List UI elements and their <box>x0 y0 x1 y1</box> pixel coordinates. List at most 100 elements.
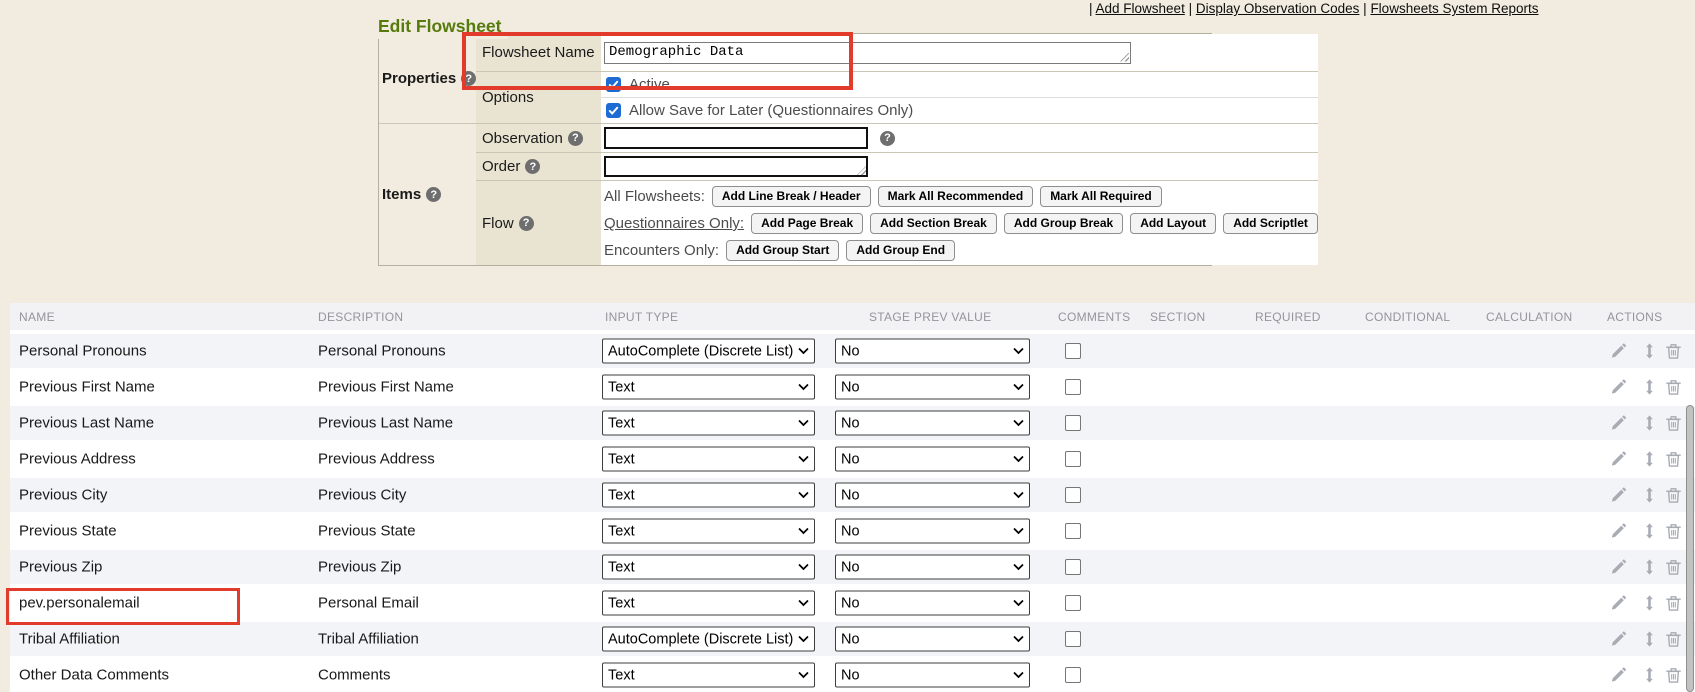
move-up-down-icon[interactable] <box>1641 487 1658 504</box>
stage-prev-value-select[interactable]: No <box>835 555 1030 580</box>
input-type-select[interactable]: Text <box>602 591 815 616</box>
edit-pencil-icon[interactable] <box>1610 667 1627 684</box>
move-up-down-icon[interactable] <box>1641 415 1658 432</box>
chevron-down-icon <box>1013 528 1024 535</box>
edit-flowsheet-panel: Properties Items Flowsheet Name Demograp… <box>378 33 1212 266</box>
move-up-down-icon[interactable] <box>1641 559 1658 576</box>
move-up-down-icon[interactable] <box>1641 379 1658 396</box>
comments-checkbox[interactable] <box>1065 415 1081 431</box>
help-icon[interactable] <box>461 71 476 86</box>
flow-action-button[interactable]: Mark All Recommended <box>878 186 1034 207</box>
column-header-calculation: CALCULATION <box>1486 310 1572 324</box>
edit-pencil-icon[interactable] <box>1610 487 1627 504</box>
stage-prev-value-select[interactable]: No <box>835 663 1030 688</box>
comments-checkbox[interactable] <box>1065 379 1081 395</box>
delete-trash-icon[interactable] <box>1665 523 1682 540</box>
flow-action-button[interactable]: Add Group End <box>846 240 955 261</box>
comments-checkbox[interactable] <box>1065 667 1081 683</box>
top-link[interactable]: Display Observation Codes <box>1196 1 1360 16</box>
input-type-select[interactable]: Text <box>602 519 815 544</box>
move-up-down-icon[interactable] <box>1641 667 1658 684</box>
item-name: Previous State <box>19 523 117 540</box>
delete-trash-icon[interactable] <box>1665 343 1682 360</box>
flow-action-button[interactable]: Add Section Break <box>870 213 997 234</box>
observation-label: Observation <box>476 124 601 153</box>
flow-action-button[interactable]: Mark All Required <box>1040 186 1162 207</box>
move-up-down-icon[interactable] <box>1641 631 1658 648</box>
items-label: Items <box>382 186 421 203</box>
comments-checkbox[interactable] <box>1065 451 1081 467</box>
delete-trash-icon[interactable] <box>1665 487 1682 504</box>
top-link[interactable]: Add Flowsheet <box>1096 1 1185 16</box>
move-up-down-icon[interactable] <box>1641 343 1658 360</box>
vertical-scrollbar[interactable] <box>1686 405 1694 692</box>
top-link[interactable]: Flowsheets System Reports <box>1370 1 1538 16</box>
checkbox-checked-icon[interactable] <box>606 77 621 92</box>
order-input[interactable] <box>604 156 868 177</box>
comments-checkbox[interactable] <box>1065 523 1081 539</box>
edit-pencil-icon[interactable] <box>1610 595 1627 612</box>
flow-action-button[interactable]: Add Line Break / Header <box>712 186 871 207</box>
stage-prev-value-select[interactable]: No <box>835 375 1030 400</box>
checkbox-label: Allow Save for Later (Questionnaires Onl… <box>629 102 913 119</box>
properties-label: Properties <box>382 70 456 87</box>
delete-trash-icon[interactable] <box>1665 559 1682 576</box>
chevron-down-icon <box>798 528 809 535</box>
input-type-select[interactable]: Text <box>602 663 815 688</box>
move-up-down-icon[interactable] <box>1641 451 1658 468</box>
observation-input[interactable] <box>604 127 868 149</box>
chevron-down-icon <box>798 672 809 679</box>
comments-checkbox[interactable] <box>1065 595 1081 611</box>
flow-action-button[interactable]: Add Layout <box>1130 213 1216 234</box>
edit-pencil-icon[interactable] <box>1610 523 1627 540</box>
input-type-select[interactable]: AutoComplete (Discrete List) <box>602 339 815 364</box>
edit-pencil-icon[interactable] <box>1610 415 1627 432</box>
stage-prev-value-select[interactable]: No <box>835 483 1030 508</box>
help-icon[interactable] <box>880 131 895 146</box>
edit-pencil-icon[interactable] <box>1610 631 1627 648</box>
stage-prev-value-select[interactable]: No <box>835 627 1030 652</box>
stage-prev-value-select[interactable]: No <box>835 411 1030 436</box>
input-type-select[interactable]: Text <box>602 375 815 400</box>
edit-pencil-icon[interactable] <box>1610 559 1627 576</box>
delete-trash-icon[interactable] <box>1665 631 1682 648</box>
checkbox-checked-icon[interactable] <box>606 103 621 118</box>
items-group-label: Items <box>379 124 476 265</box>
delete-trash-icon[interactable] <box>1665 667 1682 684</box>
delete-trash-icon[interactable] <box>1665 595 1682 612</box>
delete-trash-icon[interactable] <box>1665 415 1682 432</box>
help-icon[interactable] <box>519 216 534 231</box>
flow-action-button[interactable]: Add Scriptlet <box>1223 213 1318 234</box>
flowsheet-name-input[interactable]: Demographic Data <box>604 42 1131 64</box>
input-type-select[interactable]: Text <box>602 411 815 436</box>
edit-pencil-icon[interactable] <box>1610 379 1627 396</box>
input-type-select[interactable]: Text <box>602 447 815 472</box>
stage-prev-value-select[interactable]: No <box>835 591 1030 616</box>
flow-action-button[interactable]: Add Group Start <box>726 240 839 261</box>
input-type-select[interactable]: Text <box>602 555 815 580</box>
stage-prev-value-select[interactable]: No <box>835 447 1030 472</box>
edit-pencil-icon[interactable] <box>1610 451 1627 468</box>
column-header-name: NAME <box>19 310 55 324</box>
stage-prev-value-select[interactable]: No <box>835 519 1030 544</box>
input-type-select[interactable]: AutoComplete (Discrete List) <box>602 627 815 652</box>
chevron-down-icon <box>798 420 809 427</box>
item-name: Previous Address <box>19 451 136 468</box>
help-icon[interactable] <box>426 187 441 202</box>
flow-action-button[interactable]: Add Page Break <box>751 213 863 234</box>
delete-trash-icon[interactable] <box>1665 451 1682 468</box>
stage-prev-value-select[interactable]: No <box>835 339 1030 364</box>
help-icon[interactable] <box>568 131 583 146</box>
comments-checkbox[interactable] <box>1065 631 1081 647</box>
item-description: Previous State <box>318 523 416 540</box>
delete-trash-icon[interactable] <box>1665 379 1682 396</box>
comments-checkbox[interactable] <box>1065 559 1081 575</box>
edit-pencil-icon[interactable] <box>1610 343 1627 360</box>
comments-checkbox[interactable] <box>1065 343 1081 359</box>
flow-action-button[interactable]: Add Group Break <box>1004 213 1123 234</box>
comments-checkbox[interactable] <box>1065 487 1081 503</box>
move-up-down-icon[interactable] <box>1641 595 1658 612</box>
help-icon[interactable] <box>525 159 540 174</box>
input-type-select[interactable]: Text <box>602 483 815 508</box>
move-up-down-icon[interactable] <box>1641 523 1658 540</box>
